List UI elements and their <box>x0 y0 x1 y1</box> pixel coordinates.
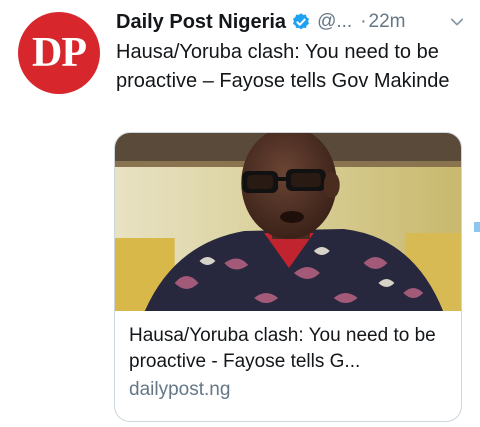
separator-dot: · <box>360 11 367 32</box>
tweet[interactable]: DP Daily Post Nigeria @... · 22m Hausa/Y… <box>0 0 480 427</box>
card-image[interactable] <box>115 133 461 311</box>
verified-badge-icon <box>293 13 310 30</box>
chevron-down-icon[interactable] <box>448 13 466 31</box>
display-name[interactable]: Daily Post Nigeria <box>116 11 286 34</box>
timestamp[interactable]: 22m <box>369 11 406 33</box>
avatar[interactable]: DP <box>18 12 100 94</box>
card-domain: dailypost.ng <box>129 379 231 400</box>
link-card[interactable]: Hausa/Yoruba clash: You need to be proac… <box>114 132 462 422</box>
tweet-text: Hausa/Yoruba clash: You need to be proac… <box>116 41 450 92</box>
avatar-logo-text: DP <box>32 30 87 76</box>
card-title: Hausa/Yoruba clash: You need to be proac… <box>129 325 436 372</box>
handle[interactable]: @... <box>317 11 352 33</box>
scroll-indicator <box>474 222 480 232</box>
card-body: Hausa/Yoruba clash: You need to be proac… <box>115 311 461 401</box>
tweet-header: Daily Post Nigeria @... · 22m <box>116 7 466 37</box>
